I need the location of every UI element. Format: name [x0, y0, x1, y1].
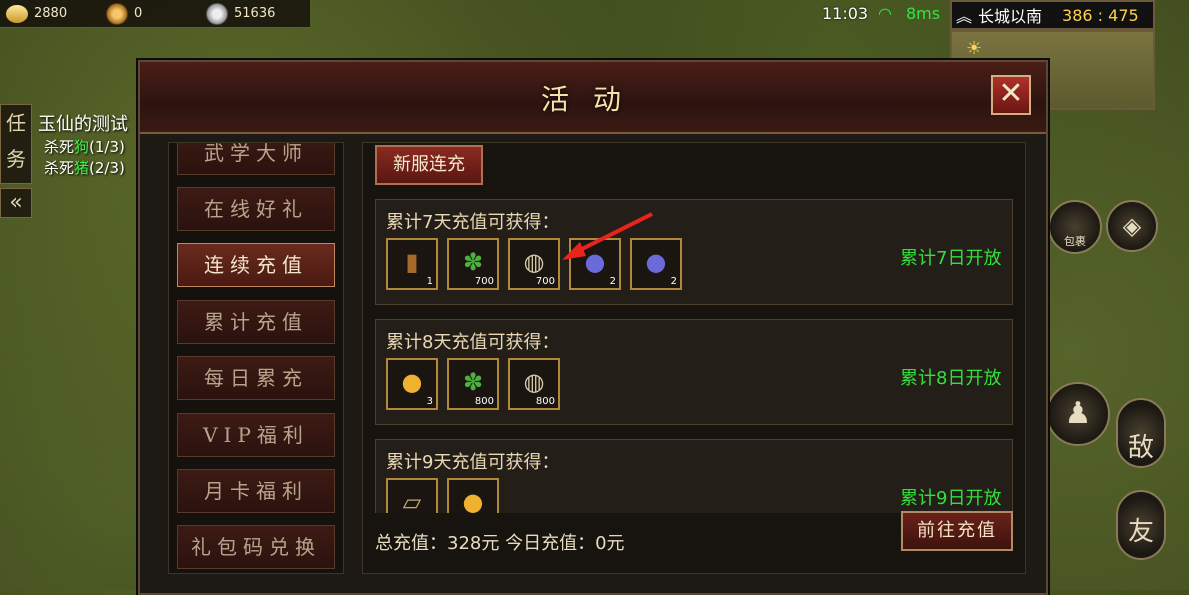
quest-tracker[interactable]: 玉仙的测试 杀死狗(1/3) 杀死猪(2/3)	[38, 110, 128, 178]
enemy-button[interactable]: 敌	[1116, 398, 1166, 468]
reward-item[interactable]: ▮ 1	[386, 238, 438, 290]
sidebar-item-monthly-card[interactable]: 月卡福利	[177, 469, 335, 513]
reward-item[interactable]: ●	[447, 478, 499, 513]
map-name: 长城以南	[978, 7, 1043, 26]
copper-value: 0	[134, 6, 143, 21]
silver-coin-icon	[206, 2, 228, 25]
item-count: 700	[535, 276, 555, 287]
quest-title: 玉仙的测试	[38, 114, 128, 135]
sidebar-item-vip-benefits[interactable]: VIP福利	[177, 413, 335, 457]
reward-item[interactable]: ● 3	[386, 358, 438, 410]
objective-verb: 杀死	[44, 138, 75, 156]
gold-ingot-icon	[6, 4, 28, 23]
arrow-shaft	[571, 212, 653, 256]
item-count: 800	[474, 396, 494, 407]
book-icon: ▮	[405, 248, 419, 276]
silver-value: 51636	[234, 6, 276, 21]
objective-target: 猪	[74, 159, 90, 177]
reward-title: 累计8天充值可获得：	[386, 332, 560, 353]
menu-grid-icon[interactable]: ◈	[1106, 200, 1158, 252]
sidebar-item-cumulative-recharge[interactable]: 累计充值	[177, 300, 335, 344]
objective-progress: (2/3)	[89, 159, 125, 177]
quest-objective: 杀死狗(1/3)	[44, 136, 128, 157]
reward-item[interactable]: ✽ 700	[447, 238, 499, 290]
item-count: 1	[426, 276, 433, 287]
activity-dialog: 活动 ✕ 武学大师 在线好礼 连续充值 累计充值 每日累充 VIP福利 月卡福利…	[138, 60, 1048, 595]
activity-sidebar: 武学大师 在线好礼 连续充值 累计充值 每日累充 VIP福利 月卡福利 礼包码兑…	[168, 142, 344, 574]
chevron-up-icon[interactable]: ︽	[956, 3, 972, 27]
reward-items: ● 3 ✽ 800 ◍ 800	[386, 358, 560, 410]
map-bar[interactable]: ︽ 长城以南 386 : 475	[950, 0, 1155, 30]
reward-title: 累计9天充值可获得：	[386, 452, 560, 473]
resource-silver: 51636	[206, 2, 296, 25]
unlock-status: 累计8日开放	[900, 368, 1002, 389]
reward-card: 累计7天充值可获得： ▮ 1 ✽ 700 ◍ 700 ● 2 ● 2 累计7日开放	[375, 199, 1013, 305]
reward-card: 累计9天充值可获得： ▱ ● 累计9日开放	[375, 439, 1013, 513]
resource-gold: 2880	[6, 4, 96, 23]
objective-target: 狗	[74, 138, 90, 156]
sidebar-item-martial-master[interactable]: 武学大师	[177, 143, 335, 175]
herb-icon: ✽	[462, 368, 484, 396]
reward-card: 累计8天充值可获得： ● 3 ✽ 800 ◍ 800 累计8日开放	[375, 319, 1013, 425]
item-count: 2	[609, 276, 616, 287]
dialog-titlebar: 活动 ✕	[140, 62, 1046, 134]
enemy-label: 敌	[1127, 433, 1154, 463]
reward-item[interactable]: ✽ 800	[447, 358, 499, 410]
reward-title: 累计7天充值可获得：	[386, 212, 560, 233]
bag-label: 包裹	[1064, 235, 1086, 248]
reward-item[interactable]: ▱	[386, 478, 438, 513]
reward-item[interactable]: ◍ 700	[508, 238, 560, 290]
activity-content: 新服连充 累计7天充值可获得： ▮ 1 ✽ 700 ◍ 700 ● 2 ● 2 累计7日开…	[362, 142, 1026, 574]
unlock-status: 累计9日开放	[900, 488, 1002, 509]
map-coords: 386 : 475	[1062, 5, 1139, 25]
go-recharge-button[interactable]: 前往充值	[901, 511, 1013, 551]
close-icon[interactable]: ✕	[991, 75, 1031, 115]
sun-icon: ☀	[966, 38, 983, 59]
sidebar-item-consecutive-recharge[interactable]: 连续充值	[177, 243, 335, 287]
objective-verb: 杀死	[44, 159, 75, 177]
item-count: 3	[426, 396, 433, 407]
unlock-status: 累计7日开放	[900, 248, 1002, 269]
gold-value: 2880	[34, 6, 68, 21]
herb-icon: ✽	[462, 248, 484, 276]
annotation-arrow	[562, 212, 653, 260]
arrow-head	[562, 242, 586, 260]
resource-bar: 2880 0 51636	[0, 0, 310, 28]
sidebar-item-daily-recharge[interactable]: 每日累充	[177, 356, 335, 400]
bag-button[interactable]: 包裹	[1048, 200, 1102, 254]
drum-icon: ◍	[523, 368, 545, 396]
wifi-icon: ◠	[878, 4, 892, 23]
scroll-icon: ▱	[402, 488, 422, 513]
clock: 11:03	[822, 4, 869, 23]
item-count: 800	[535, 396, 555, 407]
collapse-icon[interactable]: «	[0, 188, 32, 218]
drum-icon: ◍	[523, 248, 545, 276]
gold-orb-icon: ●	[462, 488, 484, 513]
meditate-icon[interactable]: ♟	[1046, 382, 1110, 446]
ping: 8ms	[906, 4, 941, 23]
resource-copper: 0	[106, 2, 196, 25]
item-count: 2	[670, 276, 677, 287]
gold-orb-icon: ●	[401, 368, 423, 396]
task-tab[interactable]: 任务	[0, 104, 32, 184]
dialog-title: 活动	[540, 83, 645, 116]
friend-label: 友	[1127, 517, 1154, 547]
objective-progress: (1/3)	[89, 138, 125, 156]
tab-new-server-recharge[interactable]: 新服连充	[375, 145, 483, 185]
recharge-totals: 总充值：328元 今日充值：0元	[375, 533, 625, 554]
quest-objective: 杀死猪(2/3)	[44, 157, 128, 178]
sidebar-item-gift-code[interactable]: 礼包码兑换	[177, 525, 335, 569]
reward-list[interactable]: 累计7天充值可获得： ▮ 1 ✽ 700 ◍ 700 ● 2 ● 2 累计7日开放 累计8…	[363, 195, 1025, 513]
copper-coin-icon	[106, 2, 128, 25]
sidebar-item-online-gift[interactable]: 在线好礼	[177, 187, 335, 231]
reward-item[interactable]: ◍ 800	[508, 358, 560, 410]
item-count: 700	[474, 276, 494, 287]
reward-items: ▱ ●	[386, 478, 499, 513]
friend-button[interactable]: 友	[1116, 490, 1166, 560]
